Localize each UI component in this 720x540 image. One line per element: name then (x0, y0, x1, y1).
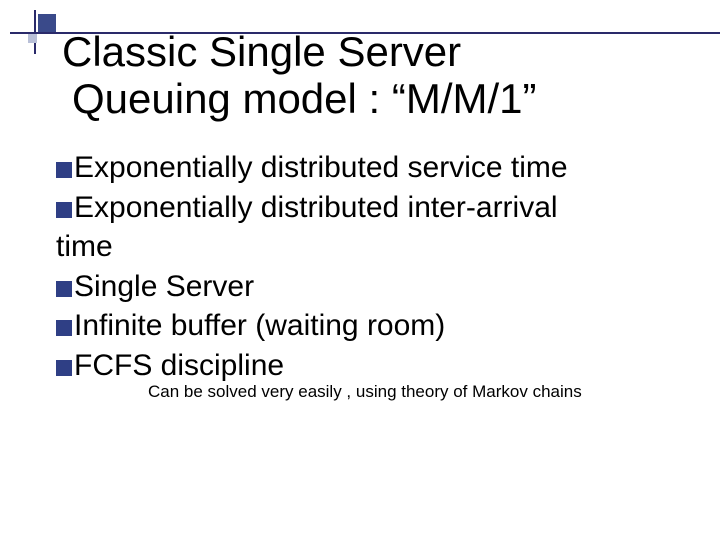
bullet-text: Exponentially distributed service time (74, 151, 568, 184)
vertical-line (34, 10, 36, 54)
slide-title: Classic Single Server Queuing model : “M… (62, 28, 680, 122)
slide-body: Exponentially distributed service time E… (56, 148, 680, 386)
square-icon (28, 34, 37, 43)
bullet-text: Single Server (74, 270, 254, 303)
bullet-continuation: time (56, 227, 680, 267)
bullet-text: FCFS discipline (74, 349, 284, 382)
bullet-icon (56, 320, 72, 336)
bullet-item: Single Server (56, 267, 680, 307)
slide: Classic Single Server Queuing model : “M… (0, 0, 720, 540)
bullet-icon (56, 281, 72, 297)
bullet-icon (56, 360, 72, 376)
bullet-text: Infinite buffer (waiting room) (74, 309, 445, 342)
title-line: Classic Single Server (62, 28, 680, 75)
bullet-icon (56, 162, 72, 178)
bullet-item: FCFS discipline (56, 346, 680, 386)
title-line: Queuing model : “M/M/1” (62, 75, 680, 122)
bullet-text: Exponentially distributed inter-arrival (74, 191, 558, 224)
bullet-item: Exponentially distributed inter-arrival (56, 188, 680, 228)
square-icon (38, 14, 56, 32)
bullet-item: Exponentially distributed service time (56, 148, 680, 188)
sub-note: Can be solved very easily , using theory… (148, 382, 690, 402)
bullet-item: Infinite buffer (waiting room) (56, 306, 680, 346)
bullet-icon (56, 202, 72, 218)
